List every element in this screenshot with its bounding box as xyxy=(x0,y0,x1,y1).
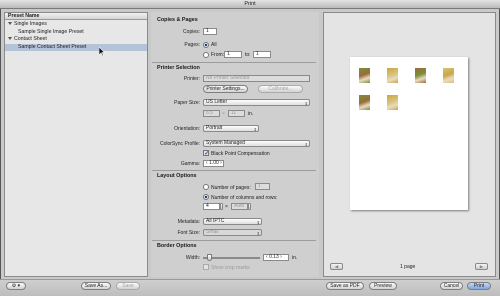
pages-from-radio[interactable] xyxy=(203,51,209,58)
previous-page-button[interactable]: ◀ xyxy=(330,263,343,270)
border-width-slider-thumb[interactable] xyxy=(207,254,212,261)
popup-arrows-icon: ⇕ xyxy=(253,126,257,132)
thumbnail-image xyxy=(387,95,398,110)
disclosure-triangle-icon[interactable] xyxy=(8,37,12,41)
divider xyxy=(152,62,316,63)
border-options-heading: Border Options xyxy=(157,243,197,249)
mouse-pointer-icon xyxy=(99,47,105,56)
window-title: Print xyxy=(244,1,256,7)
save-as-pdf-button[interactable]: Save as PDF xyxy=(326,282,364,290)
cancel-button[interactable]: Cancel xyxy=(440,282,463,290)
columns-stepper[interactable] xyxy=(220,203,223,210)
printer-selection-heading: Printer Selection xyxy=(157,65,200,71)
times-symbol: × xyxy=(225,204,228,210)
copies-label: Copies: xyxy=(183,29,200,35)
thumbnail-image xyxy=(443,68,454,83)
preview-button[interactable]: Preview xyxy=(369,282,397,290)
thumbnail-image xyxy=(387,68,398,83)
paper-units-label: in. xyxy=(248,111,254,117)
gamma-field[interactable]: ‹ 1.00 › xyxy=(203,160,224,167)
bottom-bar xyxy=(0,279,500,296)
page-count-label: 1 page xyxy=(400,264,416,270)
border-width-field[interactable]: ‹ 0.13 › xyxy=(263,254,289,261)
printer-settings-button[interactable]: Printer Settings... xyxy=(203,85,248,93)
metadata-label: Metadata: xyxy=(177,219,200,225)
copies-pages-heading: Copies & Pages xyxy=(157,17,198,23)
thumbnail-image xyxy=(359,68,370,83)
black-point-label: Black Point Compensation xyxy=(211,150,270,157)
pages-to-field[interactable]: 1 xyxy=(253,51,271,58)
pages-from-label: From: xyxy=(211,52,225,58)
divider xyxy=(152,170,316,171)
calibrate-button[interactable]: Calibrate... xyxy=(258,85,303,93)
paper-width-field: 8.5 xyxy=(203,110,220,117)
paper-size-label: Paper Size: xyxy=(174,100,200,106)
font-size-label: Font Size: xyxy=(177,230,200,236)
divider xyxy=(152,240,316,241)
pages-to-label: to: xyxy=(245,52,251,58)
times-symbol: × xyxy=(222,111,225,117)
popup-arrows-icon: ⇕ xyxy=(304,141,308,147)
colorsync-popup[interactable]: System Managed ⇕ xyxy=(203,140,310,147)
number-of-pages-label: Number of pages: xyxy=(211,184,251,191)
preset-item-single-image[interactable]: Sample Single Image Preset xyxy=(5,29,147,37)
preset-group-contact-sheet[interactable]: Contact Sheet xyxy=(5,36,147,44)
popup-arrows-icon: ⇕ xyxy=(256,230,260,236)
print-button[interactable]: Print xyxy=(467,282,491,290)
preset-item-contact-sheet[interactable]: Sample Contact Sheet Preset xyxy=(5,43,147,51)
columns-rows-label: Number of columns and rows: xyxy=(211,194,278,201)
popup-arrows-icon: ⇕ xyxy=(304,100,308,106)
thumbnail-image xyxy=(415,68,426,83)
orientation-label: Orientation: xyxy=(174,126,200,132)
paper-size-popup[interactable]: US Letter ⇕ xyxy=(203,99,310,106)
printer-field: No Printer Selected xyxy=(203,75,310,82)
pages-label: Pages: xyxy=(184,42,200,48)
columns-field[interactable]: 4 xyxy=(203,203,220,210)
pages-all-radio[interactable] xyxy=(203,41,209,48)
paper-height-field: 11 xyxy=(228,110,245,117)
colorsync-label: ColorSync Profile: xyxy=(159,141,200,147)
metadata-popup[interactable]: All IPTC ⇕ xyxy=(203,218,262,225)
rows-stepper[interactable] xyxy=(248,203,251,210)
save-as-button[interactable]: Save As... xyxy=(81,282,111,290)
pages-all-label: All xyxy=(211,42,217,48)
rows-field: Auto xyxy=(231,203,248,210)
gamma-label: Gamma: xyxy=(180,161,200,167)
thumbnail-image xyxy=(359,95,370,110)
copies-field[interactable]: 1 xyxy=(203,28,217,35)
columns-rows-radio[interactable] xyxy=(203,194,209,200)
crop-marks-checkbox[interactable] xyxy=(203,264,209,270)
orientation-popup[interactable]: Portrait ⇕ xyxy=(203,125,259,132)
save-button[interactable]: Save xyxy=(116,282,140,290)
preset-list: Preset Name Single Images Sample Single … xyxy=(4,12,148,277)
number-of-pages-field: 1 xyxy=(255,183,270,190)
font-size-popup[interactable]: Small ⇕ xyxy=(203,229,262,236)
number-of-pages-radio[interactable] xyxy=(203,184,209,190)
border-width-label: Width: xyxy=(185,255,200,261)
pages-from-field[interactable]: 1 xyxy=(224,51,242,58)
preset-group-single-images[interactable]: Single Images xyxy=(5,21,147,29)
border-units-label: in. xyxy=(292,255,298,261)
layout-options-heading: Layout Options xyxy=(157,173,197,179)
crop-marks-label: Show crop marks xyxy=(211,264,250,271)
popup-arrows-icon: ⇕ xyxy=(256,219,260,225)
next-page-button[interactable]: ▶ xyxy=(475,263,488,270)
black-point-checkbox[interactable] xyxy=(203,150,209,157)
gear-menu-button[interactable]: ⚙ ▾ xyxy=(6,282,26,290)
chevron-down-icon: ▾ xyxy=(16,283,21,289)
preset-list-header[interactable]: Preset Name xyxy=(5,13,147,20)
printer-label: Printer: xyxy=(183,76,200,82)
disclosure-triangle-icon[interactable] xyxy=(8,22,12,26)
